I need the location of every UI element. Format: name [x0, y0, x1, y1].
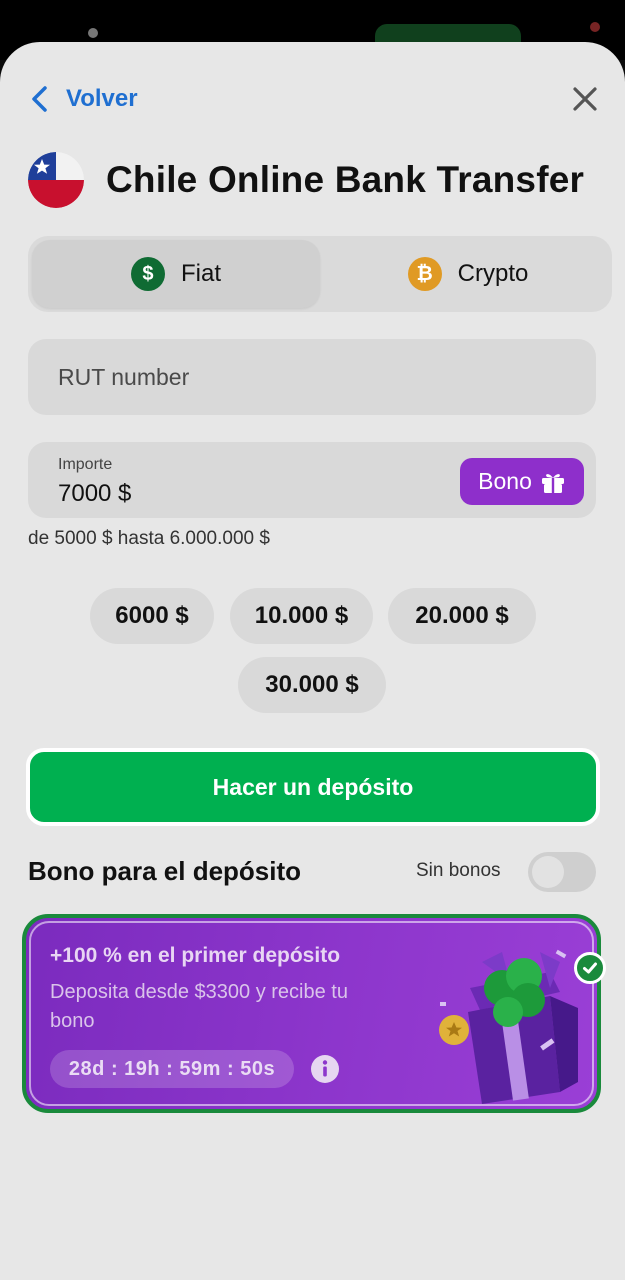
amount-label: Importe [58, 456, 113, 473]
bonus-section-heading: Bono para el depósito [28, 856, 302, 886]
bonus-card[interactable]: +100 % en el primer depósito Deposita de… [22, 914, 601, 1113]
make-deposit-button[interactable]: Hacer un depósito [26, 748, 600, 826]
quick-amount-chip[interactable]: 6000 $ [90, 588, 214, 644]
no-bonus-label: Sin bonos [416, 860, 501, 881]
back-label: Volver [66, 85, 138, 112]
gift-icon [541, 473, 564, 493]
rut-field-container [28, 339, 596, 415]
bono-label: Bono [478, 468, 532, 494]
toggle-knob [532, 856, 564, 888]
quick-amount-chip[interactable]: 30.000 $ [238, 657, 386, 713]
back-button[interactable]: Volver [28, 82, 138, 116]
tab-crypto[interactable]: ₿ Crypto [324, 236, 612, 312]
payment-method-title-row: Chile Online Bank Transfer [28, 152, 584, 208]
tab-fiat[interactable]: $ Fiat [32, 240, 320, 308]
currency-type-toggle: $ Fiat ₿ Crypto [28, 236, 612, 312]
bitcoin-icon: ₿ [407, 257, 442, 291]
bonus-card-description: Deposita desde $3300 y recibe tu bono [50, 981, 348, 1032]
bonus-card-title: +100 % en el primer depósito [50, 944, 341, 967]
amount-field[interactable]: Importe 7000 $ Bono [28, 442, 596, 518]
tab-fiat-label: Fiat [180, 260, 221, 287]
background-notification-dot [590, 22, 600, 32]
dollar-coin-icon: $ [130, 257, 165, 291]
check-mark-icon [583, 962, 597, 974]
tab-crypto-label: Crypto [457, 260, 529, 287]
quick-amount-chip[interactable]: 10.000 $ [230, 588, 373, 644]
background-dot [88, 28, 98, 38]
bonus-countdown-timer: 28d : 19h : 59m : 50s [50, 1050, 294, 1088]
page-title: Chile Online Bank Transfer [106, 159, 585, 200]
rut-input[interactable] [28, 339, 596, 415]
bono-button[interactable]: Bono [460, 458, 584, 505]
chile-flag-icon [28, 152, 84, 208]
selected-check-icon [574, 952, 606, 984]
chevron-left-icon [32, 86, 47, 112]
info-icon[interactable] [310, 1054, 340, 1084]
no-bonus-toggle[interactable] [528, 852, 596, 892]
deposit-sheet: Volver Chile Online Bank Transfer $ Fiat… [0, 42, 625, 1280]
close-icon[interactable] [568, 82, 602, 116]
amount-range-hint: de 5000 $ hasta 6.000.000 $ [28, 528, 270, 549]
quick-amount-chip[interactable]: 20.000 $ [388, 588, 536, 644]
gift-box-clover-icon [439, 949, 578, 1104]
amount-value: 7000 $ [58, 480, 132, 507]
